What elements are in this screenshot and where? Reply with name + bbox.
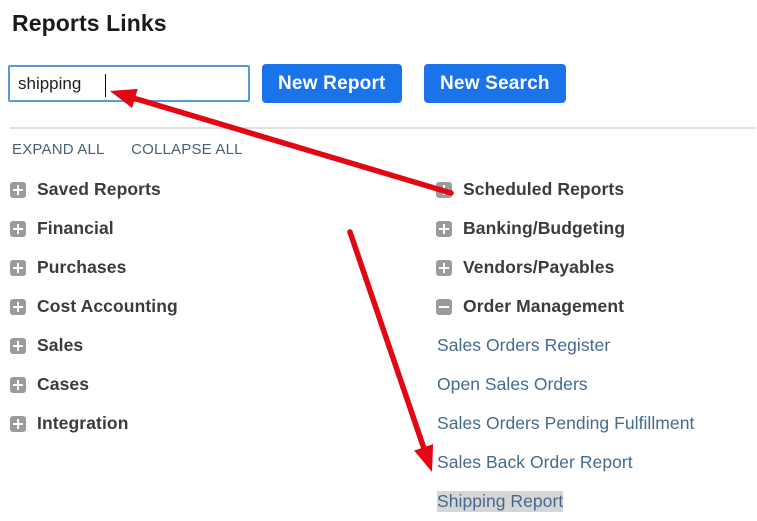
minus-icon[interactable]	[436, 298, 452, 315]
plus-icon[interactable]	[436, 220, 452, 237]
tree-node-financial[interactable]: Financial	[10, 209, 420, 248]
report-link-sales-orders-pending-fulfillment[interactable]: Sales Orders Pending Fulfillment	[437, 413, 694, 434]
expand-all-link[interactable]: EXPAND ALL	[12, 141, 105, 158]
plus-icon[interactable]	[436, 259, 452, 276]
tree-node-cases[interactable]: Cases	[10, 365, 420, 404]
tree-child-row: Open Sales Orders	[436, 365, 756, 404]
tree-child-row: Shipping Report	[436, 482, 756, 521]
tree-node-purchases[interactable]: Purchases	[10, 248, 420, 287]
tree-node-label: Saved Reports	[37, 179, 161, 199]
report-link-open-sales-orders[interactable]: Open Sales Orders	[437, 374, 588, 395]
plus-icon[interactable]	[436, 181, 452, 198]
plus-icon[interactable]	[10, 298, 26, 315]
new-search-button[interactable]: New Search	[424, 64, 566, 103]
tree-node-label: Financial	[37, 218, 114, 238]
tree-node-vendors-payables[interactable]: Vendors/Payables	[436, 248, 756, 287]
tree-node-label: Cases	[37, 374, 90, 394]
tree-node-label: Sales	[37, 335, 84, 355]
tree-column-left: Saved Reports Financial Purchases Cost Acco…	[10, 170, 420, 443]
tree-child-row: Sales Orders Pending Fulfillment	[436, 404, 756, 443]
tree-node-label: Order Management	[463, 296, 625, 316]
tree-node-integration[interactable]: Integration	[10, 404, 420, 443]
tree-node-label: Scheduled Reports	[463, 179, 625, 199]
tree-node-label: Banking/Budgeting	[463, 218, 626, 238]
tree-child-row: Sales Orders Register	[436, 326, 756, 365]
tree-child-row: Sales Back Order Report	[436, 443, 756, 482]
page-title: Reports Links	[12, 10, 167, 36]
report-link-sales-orders-register[interactable]: Sales Orders Register	[437, 335, 610, 356]
tree-node-banking-budgeting[interactable]: Banking/Budgeting	[436, 209, 756, 248]
tree-node-label: Vendors/Payables	[463, 257, 615, 277]
tree-column-right: Scheduled Reports Banking/Budgeting Vendor…	[436, 170, 756, 521]
report-link-sales-back-order-report[interactable]: Sales Back Order Report	[437, 452, 633, 473]
horizontal-divider	[10, 127, 756, 129]
new-report-button[interactable]: New Report	[262, 64, 402, 103]
tree-node-cost-accounting[interactable]: Cost Accounting	[10, 287, 420, 326]
tree-node-scheduled-reports[interactable]: Scheduled Reports	[436, 170, 756, 209]
collapse-all-link[interactable]: COLLAPSE ALL	[131, 141, 243, 158]
plus-icon[interactable]	[10, 181, 26, 198]
search-field-wrapper[interactable]	[8, 65, 250, 102]
tree-actions: EXPAND ALL COLLAPSE ALL	[12, 141, 243, 163]
tree-node-order-management[interactable]: Order Management	[436, 287, 756, 326]
tree-node-sales[interactable]: Sales	[10, 326, 420, 365]
plus-icon[interactable]	[10, 415, 26, 432]
tree-node-label: Integration	[37, 413, 129, 433]
tree-node-saved-reports[interactable]: Saved Reports	[10, 170, 420, 209]
plus-icon[interactable]	[10, 259, 26, 276]
search-input[interactable]	[10, 67, 248, 100]
report-link-shipping-report[interactable]: Shipping Report	[437, 491, 564, 512]
toolbar: New Report New Search	[0, 62, 757, 114]
plus-icon[interactable]	[10, 376, 26, 393]
tree-node-label: Cost Accounting	[37, 296, 178, 316]
plus-icon[interactable]	[10, 220, 26, 237]
text-cursor	[105, 74, 106, 97]
plus-icon[interactable]	[10, 337, 26, 354]
tree-node-label: Purchases	[37, 257, 127, 277]
